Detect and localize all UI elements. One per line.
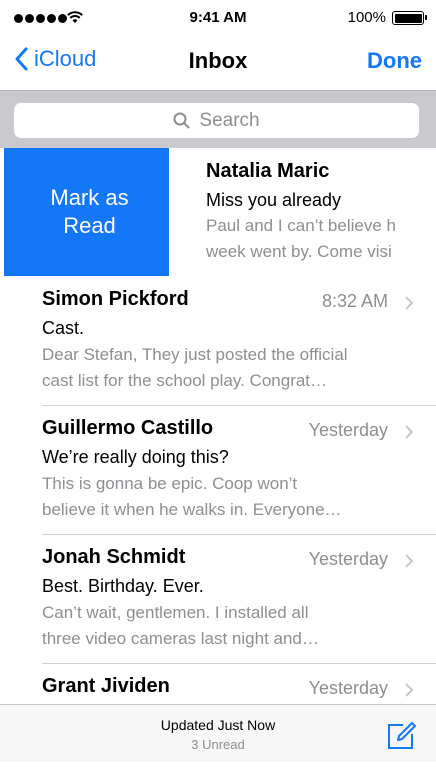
- navigation-bar: iCloud Inbox Done: [0, 36, 436, 88]
- message-time: 8:32 AM: [321, 291, 388, 311]
- message-time: Yesterday: [308, 549, 388, 569]
- chevron-right-icon: [405, 554, 414, 568]
- compose-icon[interactable]: [386, 721, 416, 751]
- battery-percent: 100%: [347, 9, 386, 26]
- unread-count: 3 Unread: [191, 737, 245, 752]
- chevron-right-icon: [405, 683, 414, 697]
- message-row[interactable]: Grant Jividen Yesterday: [0, 663, 436, 704]
- battery-icon: [392, 11, 427, 25]
- message-sender: Grant Jividen: [42, 675, 170, 697]
- message-time: Yesterday: [308, 678, 388, 698]
- message-subject: Miss you already: [206, 190, 342, 210]
- message-row[interactable]: Jonah Schmidt Yesterday Best. Birthday. …: [0, 534, 436, 663]
- bottom-toolbar: Updated Just Now 3 Unread: [0, 704, 436, 762]
- message-preview: Dear Stefan, They just posted the offici…: [42, 345, 348, 390]
- search-input[interactable]: Search: [14, 103, 419, 138]
- message-row[interactable]: Simon Pickford 8:32 AM Cast. Dear Stefan…: [0, 276, 436, 405]
- done-button[interactable]: Done: [367, 48, 422, 74]
- search-icon: [173, 112, 190, 129]
- message-time: Yesterday: [308, 420, 388, 440]
- mark-as-read-button[interactable]: Mark as Read: [4, 148, 169, 276]
- chevron-right-icon: [405, 296, 414, 310]
- message-sender: Simon Pickford: [42, 288, 189, 310]
- bottom-edge: [0, 762, 436, 768]
- message-subject: Cast.: [42, 318, 85, 338]
- update-status: Updated Just Now: [160, 717, 276, 733]
- message-preview: This is gonna be epic. Coop won’t believ…: [42, 474, 342, 519]
- message-preview: Paul and I can’t believe h week went by.…: [206, 216, 396, 261]
- search-placeholder: Search: [199, 109, 260, 131]
- message-preview: Can’t wait, gentlemen. I installed all t…: [42, 603, 319, 648]
- message-sender: Guillermo Castillo: [42, 417, 214, 439]
- message-subject: We’re really doing this?: [42, 447, 229, 467]
- message-row[interactable]: Guillermo Castillo Yesterday We’re reall…: [0, 405, 436, 534]
- message-subject: Best. Birthday. Ever.: [42, 576, 204, 596]
- search-bar-area: Search: [0, 90, 436, 148]
- message-sender: Natalia Maric: [206, 160, 330, 182]
- message-row-swiped[interactable]: Natalia Maric Miss you already Paul and …: [169, 148, 436, 276]
- chevron-right-icon: [405, 425, 414, 439]
- status-bar: 9:41 AM 100%: [0, 0, 436, 36]
- message-sender: Jonah Schmidt: [42, 546, 186, 568]
